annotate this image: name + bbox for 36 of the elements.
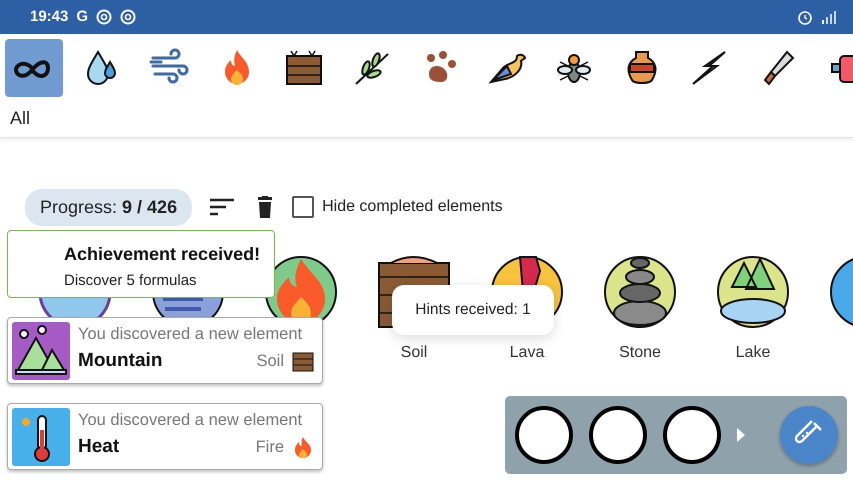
element-name: Lava	[508, 343, 546, 363]
source-name: Fire	[256, 436, 284, 458]
element-name: Soil	[400, 343, 428, 363]
progress-label: Progress: 9 / 426	[25, 188, 192, 226]
play-arrow-icon	[737, 428, 745, 442]
flame-icon	[292, 436, 314, 458]
soil-icon	[284, 48, 324, 88]
signal-icon	[821, 10, 839, 24]
sort-icon	[210, 198, 234, 216]
notification-letter: G	[76, 6, 88, 27]
soil-icon	[292, 350, 314, 372]
checkbox-label: Hide completed elements	[322, 197, 503, 217]
stones-icon	[603, 255, 677, 329]
lake-trees-icon	[716, 255, 790, 329]
category-title: All	[9, 107, 32, 130]
source-name: Soil	[256, 350, 284, 372]
mountain-icon	[12, 322, 70, 380]
trash-icon	[256, 196, 274, 218]
discovery-text: You discovered a new element	[78, 410, 304, 431]
element-name: Lake	[734, 343, 772, 363]
element-name: Mountain	[78, 348, 162, 373]
element-name: Heat	[78, 434, 120, 459]
category-tab[interactable]	[5, 39, 63, 97]
achievement-text: Discover 5 formulas	[64, 271, 198, 291]
status-time: 19:43	[30, 6, 68, 27]
discovery-text: You discovered a new element	[78, 324, 304, 345]
delete-button[interactable]	[256, 195, 274, 219]
mix-button[interactable]	[780, 406, 838, 464]
thermometer-icon	[12, 408, 70, 466]
element-name: Stone	[618, 343, 662, 363]
achievement-title: Achievement received!	[64, 243, 262, 266]
notification-icon	[120, 9, 136, 25]
alarm-icon	[797, 9, 813, 25]
hint-toast: Hints received: 1	[392, 285, 554, 335]
checkbox[interactable]	[292, 196, 314, 218]
notification-icon	[96, 9, 112, 25]
